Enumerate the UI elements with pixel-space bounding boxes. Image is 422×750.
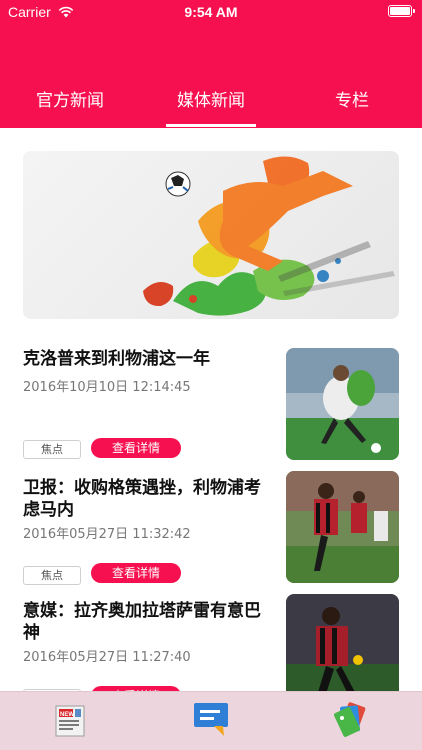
news-date: 2016年05月27日 11:27:40 <box>23 650 191 665</box>
news-thumbnail[interactable] <box>286 471 399 583</box>
view-details-button[interactable]: 查看详情 <box>91 563 181 583</box>
banner-image[interactable] <box>23 151 399 319</box>
news-thumbnail[interactable] <box>286 348 399 460</box>
news-title[interactable]: 卫报：收购格策遇挫，利物浦考虑马内 <box>23 477 268 521</box>
status-bar: Carrier 9:54 AM <box>0 0 422 24</box>
news-thumbnail[interactable] <box>286 594 399 706</box>
tab-column[interactable]: 专栏 <box>282 82 422 120</box>
news-title[interactable]: 克洛普来到利物浦这一年 <box>23 348 268 370</box>
news-paper-icon[interactable]: NEWS <box>50 698 92 740</box>
news-tag: 焦点 <box>23 566 81 585</box>
clock: 9:54 AM <box>184 4 238 20</box>
news-date: 2016年10月10日 12:14:45 <box>23 380 191 395</box>
news-tag: 焦点 <box>23 440 81 459</box>
cards-icon[interactable] <box>330 698 372 740</box>
news-date: 2016年05月27日 11:32:42 <box>23 527 191 542</box>
list-item[interactable]: 卫报：收购格策遇挫，利物浦考虑马内 2016年05月27日 11:32:42 焦… <box>0 471 422 595</box>
battery-icon <box>388 5 415 17</box>
bottom-tab-bar: NEWS <box>0 691 422 750</box>
app-header: Carrier 9:54 AM 官方新闻 媒体新闻 专栏 <box>0 0 422 128</box>
tab-media-news[interactable]: 媒体新闻 <box>141 82 281 120</box>
tab-official-news[interactable]: 官方新闻 <box>0 82 140 120</box>
selected-tab-indicator <box>166 124 256 127</box>
chat-message-icon[interactable] <box>190 698 232 740</box>
view-details-button[interactable]: 查看详情 <box>91 438 181 458</box>
list-item[interactable]: 克洛普来到利物浦这一年 2016年10月10日 12:14:45 焦点 查看详情 <box>0 348 422 472</box>
news-title[interactable]: 意媒：拉齐奥加拉塔萨雷有意巴神 <box>23 600 268 644</box>
news-tabs: 官方新闻 媒体新闻 专栏 <box>0 82 422 122</box>
